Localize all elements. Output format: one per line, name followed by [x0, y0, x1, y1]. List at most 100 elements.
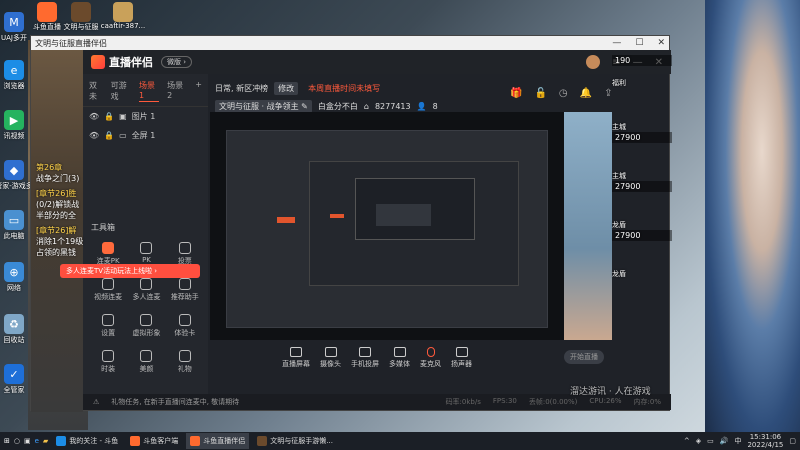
- taskbar-item[interactable]: 斗鱼客户端: [126, 433, 182, 449]
- phone-cast-button[interactable]: 手机投屏: [351, 347, 379, 369]
- layer-item[interactable]: 👁 🔒 ▣ 图片 1: [83, 107, 208, 126]
- nested-promo-bar: [277, 217, 295, 223]
- quest-line: 第26章: [36, 163, 63, 172]
- ime-icon[interactable]: 中: [734, 436, 741, 446]
- desktop-icon-file[interactable]: caaftir-387...: [101, 2, 145, 30]
- desktop-icon-manager[interactable]: ◆ 管家-游戏多: [0, 160, 33, 191]
- douyu-icon: [130, 436, 141, 446]
- taskbar-label: 斗鱼客户端: [143, 437, 179, 445]
- close-icon[interactable]: ✕: [657, 38, 665, 48]
- desktop-icon-computer[interactable]: ▭ 此电脑: [0, 210, 28, 241]
- taskbar-label: 斗鱼直播伴侣: [203, 437, 246, 445]
- desktop-icon-game[interactable]: 文明与征服: [64, 2, 99, 32]
- search-icon[interactable]: ○: [14, 437, 20, 445]
- desktop-icon-label: 斗鱼直播: [33, 23, 61, 31]
- maximize-icon[interactable]: ☐: [635, 38, 643, 48]
- capture-screen-button[interactable]: 直播屏幕: [282, 347, 310, 369]
- tool-item[interactable]: 体验卡: [166, 314, 204, 338]
- welfare-label[interactable]: 福利: [612, 78, 672, 88]
- desktop-icon-label: 全管家: [3, 386, 25, 394]
- camera-button[interactable]: 摄像头: [320, 347, 341, 369]
- clock[interactable]: 15:31:06 2022/4/15: [747, 433, 783, 449]
- tool-item[interactable]: 推荐助手: [166, 278, 204, 302]
- game-quest-panel[interactable]: 第26章 战争之门(3) [章节26]胜 (0/2)解锁战 半部分的全 [章节2…: [36, 162, 88, 258]
- lock-toggle-icon[interactable]: 🔓: [534, 88, 546, 99]
- quest-line: [章节26]解: [36, 226, 77, 235]
- tool-label: 虚拟形象: [132, 329, 161, 337]
- tab-default[interactable]: 双未: [89, 80, 103, 102]
- tool-item[interactable]: 多人连麦: [127, 278, 165, 302]
- tool-item[interactable]: PK: [127, 242, 165, 266]
- card-icon: [178, 314, 191, 326]
- status-notice: 礼物任务, 在新手直播间连麦中, 敬请期待: [111, 398, 240, 406]
- tool-item[interactable]: 虚拟形象: [127, 314, 165, 338]
- tool-item[interactable]: 礼物: [166, 350, 204, 374]
- tool-label: PK: [142, 256, 151, 264]
- desktop-icon-browser[interactable]: e 浏览器: [0, 60, 28, 91]
- quest-line: 半部分的全: [36, 211, 76, 220]
- eye-icon[interactable]: 👁: [89, 112, 99, 121]
- desktop-icon-network[interactable]: ⊕ 网络: [0, 262, 28, 293]
- tab-scene-2[interactable]: 场景 2: [167, 80, 187, 102]
- tool-item[interactable]: 时装: [89, 350, 127, 374]
- clock-icon[interactable]: ◷: [559, 88, 568, 99]
- volume-icon[interactable]: 🔊: [720, 437, 729, 445]
- microphone-button[interactable]: 麦克风: [420, 347, 441, 369]
- desktop-icon-video[interactable]: ▶ 讯视频: [0, 110, 28, 141]
- lock-icon[interactable]: 🔒: [104, 112, 114, 121]
- tab-scene-1[interactable]: 场景 1: [139, 80, 160, 102]
- cpu-stat: CPU:26%: [589, 397, 622, 405]
- desktop-icon-label: 回收站: [3, 336, 25, 344]
- notice-icon: ⚠: [93, 398, 100, 406]
- gift-box-icon[interactable]: 🎁: [510, 88, 522, 99]
- monitor-icon: ▭: [119, 131, 127, 140]
- douyu-icon: [190, 436, 201, 446]
- tool-label: 多人连麦: [132, 293, 161, 301]
- desktop-icon-security[interactable]: ✓ 全管家: [0, 364, 28, 395]
- speaker-button[interactable]: 扬声器: [451, 347, 472, 369]
- camera-icon: [324, 347, 337, 357]
- minimize-icon[interactable]: —: [612, 38, 621, 48]
- taskbar-label: 文明与征服手游懒...: [270, 437, 333, 445]
- room-summary: 白盒分不白: [317, 102, 358, 111]
- taskbar-item[interactable]: 文明与征服手游懒...: [253, 433, 337, 449]
- stream-preview[interactable]: [210, 112, 612, 340]
- start-live-button[interactable]: 开始直播: [564, 350, 604, 364]
- avatar[interactable]: [586, 55, 601, 69]
- bitrate-stat: 码率:0kb/s: [445, 398, 481, 406]
- add-scene-button[interactable]: +: [195, 80, 202, 102]
- desktop-icon-multi[interactable]: M UAJ多开: [0, 12, 28, 43]
- tool-item[interactable]: 美颜: [127, 350, 165, 374]
- desktop-icon-douyu[interactable]: 斗鱼直播: [32, 2, 62, 32]
- tab-game[interactable]: 可游戏: [111, 80, 131, 102]
- desktop-icon-label: 管家-游戏多: [0, 182, 33, 190]
- edit-category-button[interactable]: 修改: [274, 82, 299, 95]
- schedule-warning[interactable]: 本周直播时间未填写: [304, 82, 384, 95]
- version-pill[interactable]: 微版 ›: [161, 56, 193, 68]
- desktop-icon-recycle[interactable]: ♻ 回收站: [0, 314, 28, 345]
- edge-icon[interactable]: e: [35, 437, 39, 445]
- tray-app-icon[interactable]: ◈: [696, 437, 701, 445]
- control-label: 摄像头: [320, 360, 341, 368]
- app-header: 直播伴侣 微版 › ≡ — ✕: [83, 50, 671, 74]
- image-file-icon: [113, 2, 133, 22]
- taskbar-item[interactable]: 斗鱼直播伴侣: [186, 433, 250, 449]
- promo-banner[interactable]: 多人连麦TV活动玩法上线啦 ›: [60, 264, 200, 278]
- tool-item[interactable]: 连麦PK: [89, 242, 127, 266]
- tool-item[interactable]: 设置: [89, 314, 127, 338]
- taskbar-item[interactable]: 我的关注 - 斗鱼: [52, 433, 122, 449]
- lock-icon[interactable]: 🔒: [104, 131, 114, 140]
- task-view-icon[interactable]: ▣: [24, 437, 31, 445]
- tool-item[interactable]: 视频连麦: [89, 278, 127, 302]
- tray-up-icon[interactable]: ^: [684, 437, 690, 445]
- eye-icon[interactable]: 👁: [89, 131, 99, 140]
- bell-icon[interactable]: 🔔: [580, 88, 592, 99]
- layer-item[interactable]: 👁 🔒 ▭ 全屏 1: [83, 126, 208, 145]
- multimedia-button[interactable]: 多媒体: [389, 347, 410, 369]
- folder-icon[interactable]: ▰: [43, 437, 48, 445]
- taskbar: ⊞ ○ ▣ e ▰ 我的关注 - 斗鱼 斗鱼客户端 斗鱼直播伴侣 文明与征服手游…: [0, 432, 800, 450]
- windows-start-icon[interactable]: ⊞: [4, 437, 10, 445]
- tool-item[interactable]: 投票: [166, 242, 204, 266]
- network-tray-icon[interactable]: ▭: [707, 437, 714, 445]
- notifications-icon[interactable]: ▢: [789, 437, 796, 445]
